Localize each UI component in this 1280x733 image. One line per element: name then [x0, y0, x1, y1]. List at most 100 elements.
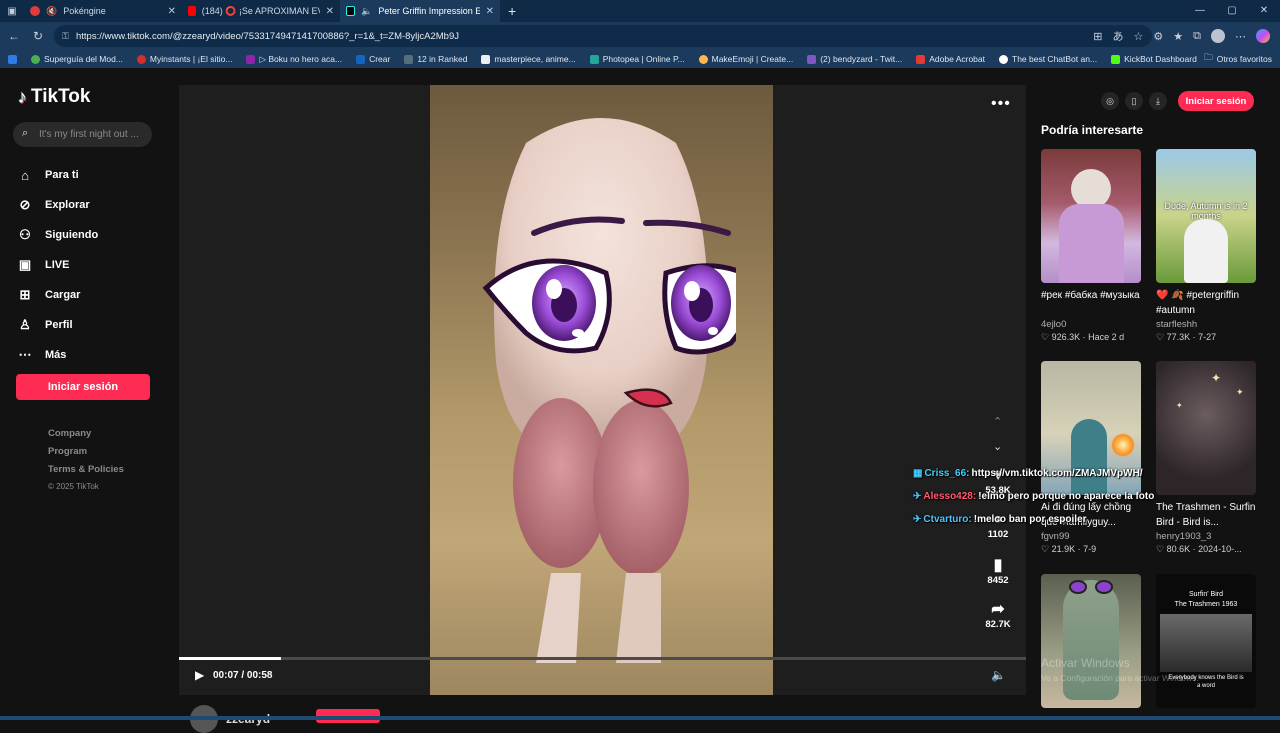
bookmark-item[interactable]: 12 in Ranked	[404, 54, 467, 64]
chat-username: Criss_66:	[924, 468, 970, 479]
translate-icon[interactable]: あ	[1113, 28, 1124, 44]
video-author[interactable]: 4ejlo0	[1041, 319, 1141, 330]
sparkle-icon: ✦	[1176, 401, 1183, 410]
bookmarks-bar: Superguía del Mod... Myinstants | ¡El si…	[0, 50, 1280, 68]
sidebar-item-mas[interactable]: ⋯ Más	[17, 340, 98, 370]
recommended-video-card[interactable]	[1041, 574, 1141, 708]
footer-link-terms[interactable]: Terms & Policies	[48, 464, 124, 482]
header-login-button[interactable]: Iniciar sesión	[1178, 91, 1254, 111]
bookmark-item[interactable]: The best ChatBot an...	[999, 54, 1097, 64]
video-author[interactable]: starfleshh	[1156, 319, 1256, 330]
sidebar-item-label: Para ti	[45, 169, 79, 181]
bookmark-item[interactable]: Photopea | Online P...	[589, 54, 685, 64]
sidebar-item-explorar[interactable]: ⊘ Explorar	[17, 190, 98, 220]
video-author[interactable]: henry1903_3	[1156, 531, 1256, 542]
sidebar-item-label: Explorar	[45, 199, 90, 211]
bookmark-item[interactable]: ▷ Boku no hero aca...	[246, 54, 342, 65]
other-favorites[interactable]: 🗀 Otros favoritos	[1204, 50, 1272, 68]
url-field[interactable]: ⚿ https://www.tiktok.com/@zzearyd/video/…	[54, 25, 1152, 47]
sidebar-item-live[interactable]: ▣ LIVE	[17, 250, 98, 280]
bookmark-item[interactable]: Myinstants | ¡El sitio...	[136, 54, 232, 64]
recommended-video-card[interactable]: Surfin' Bird The Trashmen 1963 Everybody…	[1156, 574, 1256, 708]
heart-outline-icon: ♡	[1156, 332, 1165, 342]
favorites-icon[interactable]: ★	[1173, 30, 1183, 43]
new-tab-button[interactable]: +	[508, 3, 516, 19]
edge-icon[interactable]	[8, 54, 17, 64]
favorite-star-icon[interactable]: ☆	[1134, 30, 1144, 43]
bookmark-item[interactable]: masterpiece, anime...	[481, 54, 576, 64]
close-tab-icon[interactable]: ✕	[486, 6, 494, 17]
video-frame[interactable]	[430, 85, 773, 695]
bookmark-favicon-icon	[698, 54, 708, 64]
app-install-icon[interactable]: ⊞	[1093, 30, 1102, 43]
browser-tab-tiktok[interactable]: 🔈 Peter Griffin Impression Edit ✕	[340, 0, 500, 22]
recommended-video-card[interactable]: #рек #бабка #музыка 4ejlo0 ♡ 926.3K · Ha…	[1041, 149, 1141, 343]
explore-icon[interactable]: ◎	[1101, 92, 1119, 110]
profile-avatar-icon[interactable]	[1211, 29, 1225, 43]
video-progress-bar[interactable]	[179, 657, 1026, 660]
browser-tab-youtube[interactable]: (184) ⭕ ¡Se APROXIMAN EVENTOS ✕	[182, 0, 340, 22]
post-date: 7-9	[1083, 544, 1097, 554]
browser-tab-pokengine[interactable]: 🔇 Pokéngine ✕	[24, 0, 182, 22]
recommended-video-card[interactable]: Dude, Autumn is in 2 months ❤️ 🍂 #peterg…	[1156, 149, 1256, 343]
sidebar-item-perfil[interactable]: ♙ Perfil	[17, 310, 98, 340]
play-icon[interactable]: ▶	[195, 668, 204, 682]
sidebar-item-label: Perfil	[45, 319, 73, 331]
more-options-icon[interactable]: •••	[991, 95, 1011, 113]
video-thumbnail[interactable]: ✦ ✦ ✦	[1156, 361, 1256, 495]
heart-outline-icon: ♡	[1041, 544, 1050, 554]
video-thumbnail[interactable]: Surfin' Bird The Trashmen 1963 Everybody…	[1156, 574, 1256, 708]
volume-icon[interactable]: 🔈	[991, 668, 1006, 682]
sidebar-item-cargar[interactable]: ⊞ Cargar	[17, 280, 98, 310]
maximize-icon[interactable]: ▢	[1216, 0, 1248, 22]
share-icon: ➦	[991, 601, 1005, 618]
device-icon[interactable]: ▯	[1125, 92, 1143, 110]
site-info-icon[interactable]: ⚿	[62, 31, 69, 42]
download-icon[interactable]: ⤓	[1149, 92, 1167, 110]
like-count: 80.6K	[1166, 544, 1191, 554]
save-button[interactable]: ▮ 8452	[982, 555, 1014, 586]
login-button[interactable]: Iniciar sesión	[16, 374, 150, 400]
bookmark-item[interactable]: (2) bendyzard - Twit...	[807, 54, 902, 64]
bookmark-item[interactable]: KickBot Dashboard	[1111, 54, 1197, 64]
next-video-icon[interactable]: ⌄	[993, 440, 1002, 453]
copilot-icon[interactable]	[1256, 29, 1270, 43]
bookmark-item[interactable]: MakeEmoji | Create...	[698, 54, 793, 64]
mute-icon[interactable]: 🔇	[46, 6, 57, 17]
bookmark-item[interactable]: Crear	[356, 54, 390, 64]
sidebar-item-para-ti[interactable]: ⌂ Para ti	[17, 160, 98, 190]
bookmark-icon: ▮	[993, 557, 1003, 574]
header-actions: ◎ ▯ ⤓	[1101, 92, 1167, 110]
share-button[interactable]: ➦ 82.7K	[982, 599, 1014, 630]
video-player[interactable]: ••• ⌃ ⌄ ♥ 53.8K ● 1102 ▮ 8452 ➦ 82.7K ▶ …	[179, 85, 1026, 695]
sidebar-item-siguiendo[interactable]: ⚇ Siguiendo	[17, 220, 98, 250]
reload-icon[interactable]: ↻	[26, 29, 50, 43]
back-icon[interactable]: ←	[2, 29, 26, 43]
windows-activation-subtitle: Ve a Configuración para activar Windows.	[1041, 673, 1199, 683]
extensions-icon[interactable]: ⚙	[1153, 30, 1163, 43]
footer-link-program[interactable]: Program	[48, 446, 124, 464]
video-author[interactable]: fgvn99	[1041, 531, 1141, 542]
settings-more-icon[interactable]: ⋯	[1235, 30, 1246, 43]
collections-icon[interactable]: ⧉	[1193, 30, 1201, 43]
video-thumbnail[interactable]: Dude, Autumn is in 2 months	[1156, 149, 1256, 283]
bookmark-item[interactable]: Superguía del Mod...	[31, 54, 123, 64]
close-tab-icon[interactable]: ✕	[168, 6, 176, 17]
speaker-icon[interactable]: 🔈	[361, 6, 372, 17]
recommended-video-card[interactable]: ✦ ✦ ✦ The Trashmen - Surfin Bird - Bird …	[1156, 361, 1256, 555]
tab-actions-icon[interactable]: ▣	[0, 6, 24, 17]
video-thumbnail[interactable]	[1041, 574, 1141, 708]
bookmark-item[interactable]: Adobe Acrobat	[916, 54, 985, 64]
minimize-icon[interactable]: —	[1184, 0, 1216, 22]
anime-eye-right	[1095, 580, 1113, 594]
close-window-icon[interactable]: ✕	[1248, 0, 1280, 22]
video-caption: The Trashmen - Surfin Bird - Bird is...	[1156, 502, 1256, 528]
video-thumbnail[interactable]	[1041, 149, 1141, 283]
footer-link-company[interactable]: Company	[48, 428, 124, 446]
tiktok-logo[interactable]: ♪ TikTok	[18, 86, 90, 108]
search-input[interactable]: ⌕ It's my first night out ...	[13, 122, 152, 147]
previous-video-icon[interactable]: ⌃	[993, 415, 1002, 428]
thumbnail-subtitle: The Trashmen 1963	[1174, 601, 1238, 608]
close-tab-icon[interactable]: ✕	[326, 6, 334, 17]
video-stats: ♡ 21.9K · 7-9	[1041, 544, 1097, 554]
